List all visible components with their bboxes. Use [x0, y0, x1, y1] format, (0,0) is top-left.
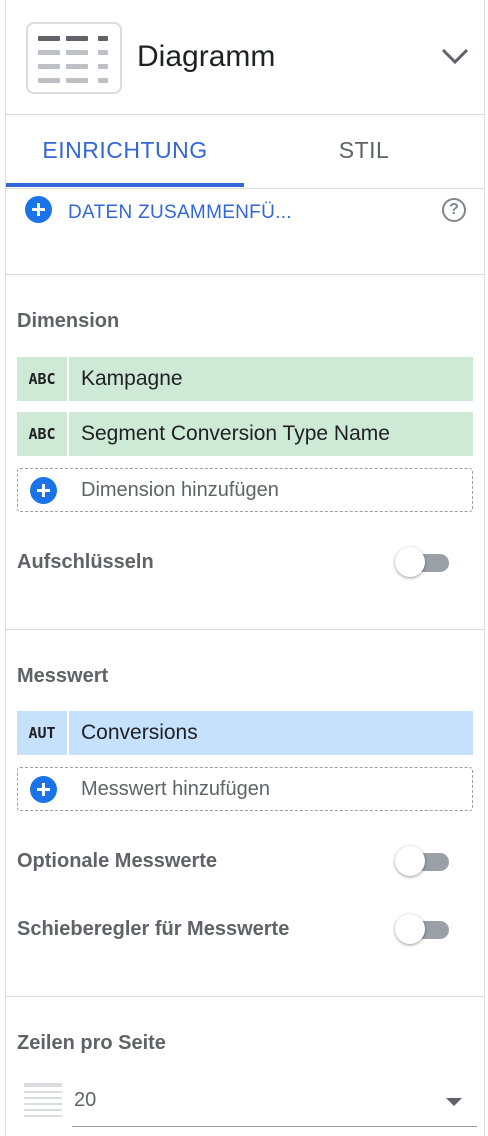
- add-metric-button[interactable]: Messwert hinzufügen: [17, 767, 473, 811]
- chevron-down-icon[interactable]: [440, 46, 470, 66]
- tab-bar: EINRICHTUNG STIL: [6, 114, 484, 189]
- properties-panel: Diagramm EINRICHTUNG STIL DATEN ZUSAMMEN…: [5, 0, 485, 1136]
- rows-per-page-select[interactable]: 20: [72, 1078, 477, 1127]
- metric-slider-toggle[interactable]: [395, 914, 451, 944]
- toggle-thumb: [395, 547, 425, 577]
- toggle-thumb: [395, 846, 425, 876]
- dropdown-arrow-icon: [446, 1098, 462, 1106]
- table-rows-icon: [24, 1083, 62, 1119]
- add-dimension-label: Dimension hinzufügen: [81, 479, 279, 501]
- rows-per-page-value: 20: [74, 1089, 97, 1111]
- optional-metrics-toggle[interactable]: [395, 846, 451, 876]
- metric-slider-label: Schieberegler für Messwerte: [17, 918, 290, 940]
- add-metric-label: Messwert hinzufügen: [81, 778, 270, 800]
- optional-metrics-label: Optionale Messwerte: [17, 850, 218, 872]
- add-circle-icon: [30, 776, 57, 803]
- section-divider: [6, 996, 484, 997]
- dimension-chip-segment[interactable]: ABC Segment Conversion Type Name: [17, 412, 473, 456]
- add-circle-icon: [25, 196, 52, 223]
- table-chart-icon: [26, 22, 122, 94]
- section-divider: [6, 274, 484, 275]
- metric-section-title: Messwert: [17, 665, 109, 687]
- drilldown-toggle[interactable]: [395, 547, 451, 577]
- tab-style[interactable]: STIL: [244, 114, 484, 188]
- active-tab-indicator: [6, 183, 244, 187]
- metric-name: Conversions: [81, 721, 198, 744]
- dimension-name: Kampagne: [81, 367, 183, 390]
- chart-type-title: Diagramm: [137, 40, 276, 73]
- section-divider: [6, 629, 484, 630]
- dimension-section-title: Dimension: [17, 310, 120, 332]
- toggle-thumb: [395, 914, 425, 944]
- text-type-badge: ABC: [17, 412, 69, 456]
- blend-data-button[interactable]: DATEN ZUSAMMENFÜ... ?: [6, 190, 484, 234]
- dimension-name: Segment Conversion Type Name: [81, 422, 390, 445]
- text-type-badge: ABC: [17, 357, 69, 401]
- add-circle-icon: [30, 477, 57, 504]
- chart-type-selector[interactable]: Diagramm: [6, 0, 484, 115]
- add-dimension-button[interactable]: Dimension hinzufügen: [17, 468, 473, 512]
- metric-chip-conversions[interactable]: AUT Conversions: [17, 711, 473, 755]
- rows-per-page-title: Zeilen pro Seite: [17, 1032, 166, 1054]
- aggregation-type-badge: AUT: [17, 711, 69, 755]
- tab-setup[interactable]: EINRICHTUNG: [6, 114, 244, 188]
- dimension-chip-kampagne[interactable]: ABC Kampagne: [17, 357, 473, 401]
- blend-data-label: DATEN ZUSAMMENFÜ...: [68, 202, 292, 223]
- drilldown-label: Aufschlüsseln: [17, 551, 154, 573]
- help-circle-icon[interactable]: ?: [442, 198, 466, 222]
